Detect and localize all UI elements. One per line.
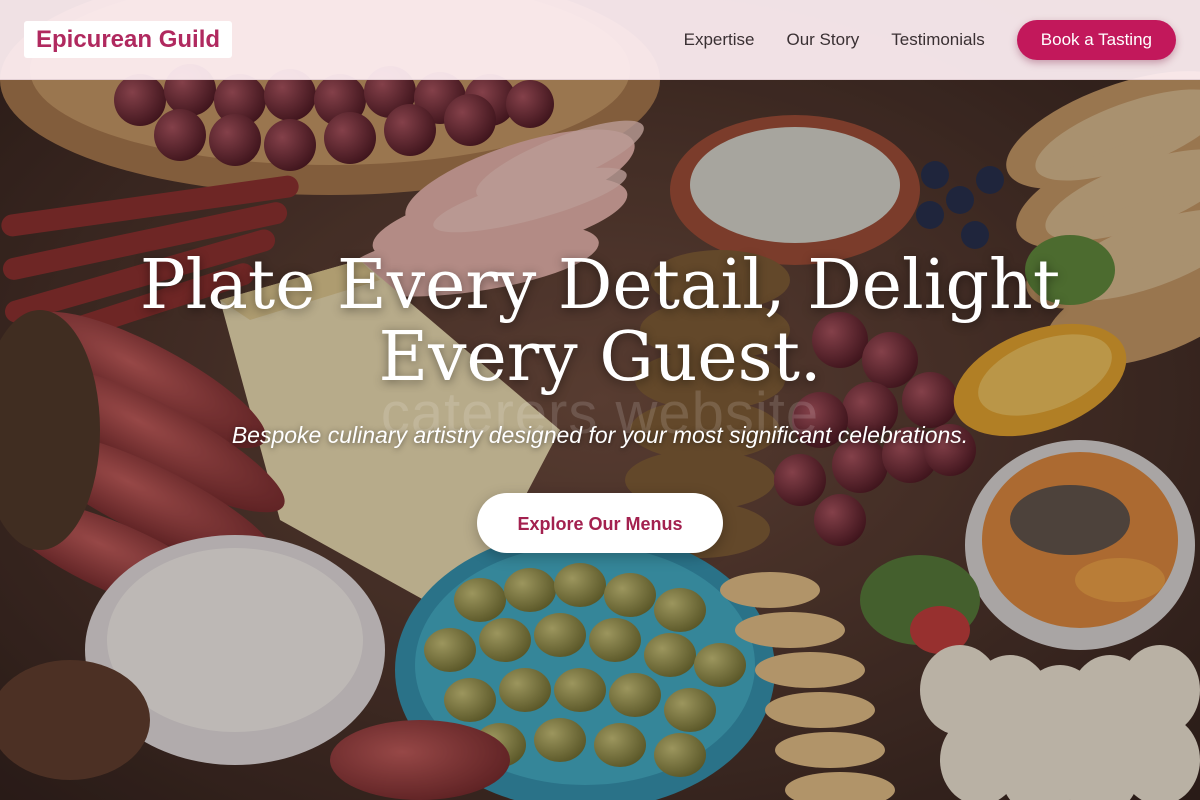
book-tasting-button[interactable]: Book a Tasting [1016, 20, 1176, 60]
explore-menus-button[interactable]: Explore Our Menus [477, 493, 723, 553]
nav-link-our-story[interactable]: Our Story [786, 30, 859, 50]
site-header: Epicurean Guild Expertise Our Story Test… [0, 0, 1200, 80]
main-nav: Expertise Our Story Testimonials Book a … [684, 0, 1176, 80]
hero-title: Plate Every Detail, Delight Every Guest. [139, 246, 1061, 397]
landing-page: Epicurean Guild Expertise Our Story Test… [0, 0, 1200, 800]
nav-link-testimonials[interactable]: Testimonials [891, 30, 985, 50]
nav-link-expertise[interactable]: Expertise [684, 30, 755, 50]
hero-subtitle: Bespoke culinary artistry designed for y… [231, 422, 969, 448]
hero-section: Plate Every Detail, Delight Every Guest.… [0, 250, 1200, 553]
site-logo[interactable]: Epicurean Guild [24, 21, 233, 58]
